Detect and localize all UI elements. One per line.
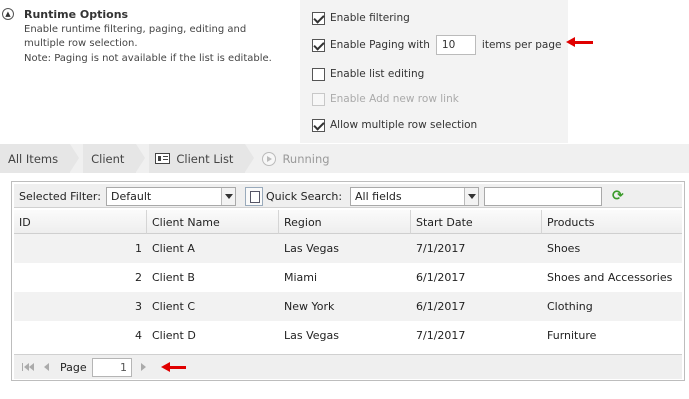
- filter-settings-icon[interactable]: [245, 187, 263, 206]
- cell-id: 2: [135, 271, 142, 284]
- allow-multiple-selection-checkbox[interactable]: [312, 118, 325, 132]
- cell-region: New York: [284, 300, 335, 313]
- cell-products: Furniture: [547, 329, 597, 342]
- items-per-page-label: items per page: [481, 39, 562, 51]
- runtime-options-description-2: multiple row selection.: [24, 38, 138, 49]
- selected-filter-value: Default: [111, 190, 152, 203]
- chevron-down-icon: [221, 188, 235, 205]
- cell-id: 1: [135, 242, 142, 255]
- cell-client-name: Client B: [152, 271, 195, 284]
- first-page-icon-2: [29, 363, 34, 371]
- enable-paging-label: Enable Paging with: [330, 39, 430, 51]
- enable-list-editing-option[interactable]: Enable list editing: [312, 66, 424, 82]
- cell-start-date: 7/1/2017: [416, 242, 466, 255]
- cell-products: Clothing: [547, 300, 593, 313]
- first-page-bar: [22, 363, 23, 371]
- cell-client-name: Client C: [152, 300, 196, 313]
- runtime-settings-panel: Enable filtering Enable Paging with 10 i…: [300, 0, 568, 143]
- column-header-region[interactable]: Region: [279, 210, 411, 234]
- collapse-toggle-icon[interactable]: ▲: [2, 8, 14, 20]
- cell-region: Las Vegas: [284, 329, 339, 342]
- runtime-options-title: Runtime Options: [24, 8, 129, 21]
- quick-search-scope-dropdown[interactable]: All fields: [350, 187, 479, 206]
- table-row[interactable]: 1 Client A Las Vegas 7/1/2017 Shoes: [14, 234, 682, 263]
- breadcrumb-separator: [70, 144, 80, 172]
- breadcrumb-client-list-label: Client List: [176, 151, 234, 166]
- column-header-products[interactable]: Products: [542, 210, 682, 234]
- enable-paging-checkbox[interactable]: [312, 38, 325, 52]
- column-header-start-date[interactable]: Start Date: [411, 210, 542, 234]
- column-header-id[interactable]: ID: [14, 210, 147, 234]
- quick-search-input[interactable]: [484, 187, 602, 206]
- cell-products: Shoes: [547, 242, 581, 255]
- cell-client-name: Client D: [152, 329, 196, 342]
- enable-filtering-option[interactable]: Enable filtering: [312, 10, 410, 26]
- page-size-input[interactable]: 10: [435, 35, 476, 55]
- chevron-down-icon: [464, 188, 478, 205]
- cell-id: 4: [135, 329, 142, 342]
- breadcrumb-separator: [245, 144, 255, 172]
- table-row[interactable]: 3 Client C New York 6/1/2017 Clothing: [14, 292, 682, 321]
- table-row[interactable]: 2 Client B Miami 6/1/2017 Shoes and Acce…: [14, 263, 682, 292]
- play-icon: [262, 151, 277, 166]
- cell-region: Las Vegas: [284, 242, 339, 255]
- breadcrumb: All Items Client Client List Running: [0, 144, 689, 173]
- enable-add-new-row-checkbox: [312, 92, 325, 106]
- list-view-icon: [155, 153, 171, 164]
- cell-products: Shoes and Accessories: [547, 271, 673, 284]
- breadcrumb-client-list[interactable]: Client List: [149, 144, 246, 173]
- enable-filtering-checkbox[interactable]: [312, 11, 325, 25]
- annotation-arrow-pager: [161, 362, 186, 372]
- selected-filter-label: Selected Filter:: [19, 190, 101, 203]
- previous-page-icon[interactable]: [44, 363, 49, 371]
- page-number-input[interactable]: 1: [92, 358, 132, 377]
- breadcrumb-running: Running: [254, 144, 341, 173]
- grid-toolbar: Selected Filter: Default Quick Search: A…: [14, 184, 682, 208]
- enable-add-new-row-option: Enable Add new row link: [312, 91, 459, 107]
- runtime-options-description-3: Note: Paging is not available if the lis…: [24, 53, 272, 64]
- allow-multiple-selection-label: Allow multiple row selection: [330, 119, 478, 131]
- table-row[interactable]: 4 Client D Las Vegas 7/1/2017 Furniture: [14, 321, 682, 350]
- client-list-grid: Selected Filter: Default Quick Search: A…: [11, 181, 685, 381]
- column-header-client-name[interactable]: Client Name: [147, 210, 279, 234]
- cell-start-date: 6/1/2017: [416, 300, 466, 313]
- cell-start-date: 6/1/2017: [416, 271, 466, 284]
- quick-search-scope-value: All fields: [355, 190, 402, 203]
- cell-start-date: 7/1/2017: [416, 329, 466, 342]
- cell-client-name: Client A: [152, 242, 195, 255]
- enable-add-new-row-label: Enable Add new row link: [330, 93, 459, 105]
- cell-region: Miami: [284, 271, 318, 284]
- enable-filtering-label: Enable filtering: [330, 12, 410, 24]
- breadcrumb-running-label: Running: [282, 151, 330, 166]
- breadcrumb-client[interactable]: Client: [83, 144, 137, 173]
- page-label: Page: [60, 361, 87, 374]
- selected-filter-dropdown[interactable]: Default: [106, 187, 236, 206]
- pager: Page 1: [14, 354, 682, 379]
- breadcrumb-all-items[interactable]: All Items: [0, 144, 71, 173]
- enable-list-editing-label: Enable list editing: [330, 68, 425, 80]
- allow-multiple-selection-option[interactable]: Allow multiple row selection: [312, 117, 477, 133]
- enable-list-editing-checkbox[interactable]: [312, 67, 325, 81]
- enable-paging-option[interactable]: Enable Paging with 10 items per page: [312, 34, 561, 56]
- next-page-icon[interactable]: [141, 363, 146, 371]
- runtime-options-description-1: Enable runtime filtering, paging, editin…: [24, 24, 247, 35]
- quick-search-label: Quick Search:: [266, 190, 343, 203]
- cell-id: 3: [135, 300, 142, 313]
- annotation-arrow-paging: [566, 37, 593, 47]
- refresh-icon[interactable]: ⟳: [612, 189, 626, 203]
- breadcrumb-separator: [136, 144, 146, 172]
